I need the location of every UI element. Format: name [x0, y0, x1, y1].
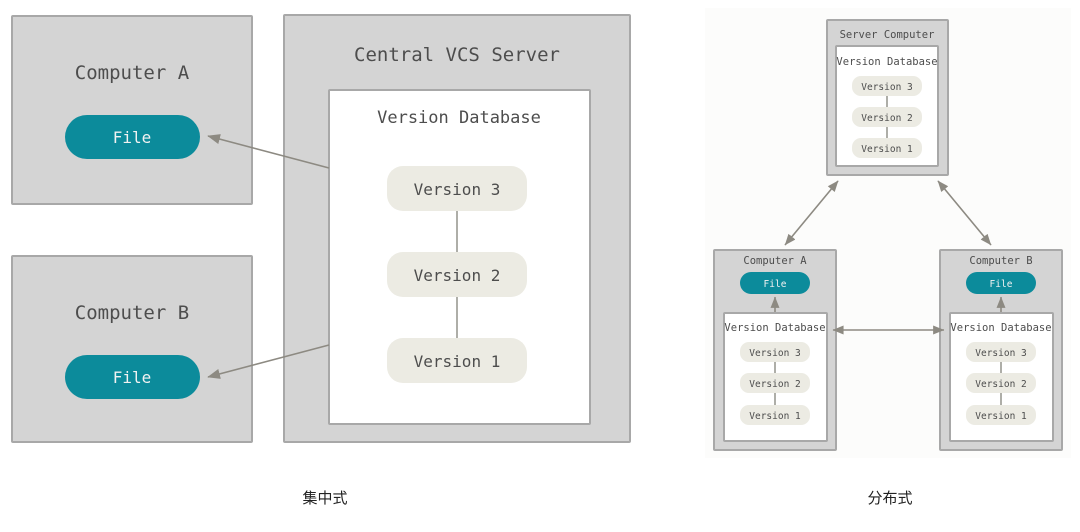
computer-b-file-label: File [113, 368, 152, 387]
caption-distributed: 分布式 [867, 489, 913, 507]
diagram-canvas: Computer A File Computer B File Central … [0, 0, 1080, 532]
dist-computer-b-file-label: File [990, 279, 1013, 290]
central-version-label-2: Version 2 [414, 266, 501, 285]
dist-computer-a-file-label: File [764, 279, 787, 290]
distributed-server-computer: Server Computer Version Database Version… [826, 19, 949, 176]
dist-b-version-label-3: Version 3 [975, 348, 1026, 359]
central-version-label-1: Version 1 [414, 352, 501, 371]
dist-b-version-label-2: Version 2 [975, 379, 1026, 390]
distributed-computer-b: Computer B File Version Database Version… [939, 249, 1063, 451]
dist-a-version-label-1: Version 1 [749, 411, 801, 422]
server-version-database-title: Version Database [836, 56, 937, 68]
server-computer-title: Server Computer [840, 29, 935, 41]
server-version-label-2: Version 2 [861, 113, 912, 124]
vcs-comparison-diagram: Computer A File Computer B File Central … [11, 8, 1071, 458]
central-vcs-server-title: Central VCS Server [354, 44, 560, 66]
computer-a-box [11, 15, 253, 205]
server-version-label-3: Version 3 [861, 82, 912, 93]
centralized-diagram: Computer A File Computer B File Central … [11, 14, 631, 443]
dist-b-version-label-1: Version 1 [975, 411, 1027, 422]
caption-centralized: 集中式 [302, 489, 348, 507]
dist-computer-a-title: Computer A [743, 255, 807, 267]
computer-b-title: Computer B [75, 302, 189, 324]
computer-a-title: Computer A [75, 62, 190, 84]
computer-b-box [11, 255, 253, 443]
dist-computer-a-database-title: Version Database [724, 322, 825, 334]
central-vcs-server: Central VCS Server Version Database Vers… [283, 14, 631, 443]
central-version-database-title: Version Database [377, 108, 541, 128]
dist-computer-b-title: Computer B [969, 255, 1032, 267]
distributed-computer-a: Computer A File Version Database Version… [713, 249, 837, 451]
distributed-diagram: Server Computer Version Database Version… [705, 8, 1071, 458]
centralized-computer-a: Computer A File [11, 15, 253, 205]
computer-a-file-label: File [113, 128, 152, 147]
dist-a-version-label-3: Version 3 [749, 348, 800, 359]
dist-computer-b-database-title: Version Database [950, 322, 1051, 334]
central-version-label-3: Version 3 [414, 180, 501, 199]
dist-a-version-label-2: Version 2 [749, 379, 800, 390]
centralized-computer-b: Computer B File [11, 255, 253, 443]
server-version-label-1: Version 1 [861, 144, 913, 155]
